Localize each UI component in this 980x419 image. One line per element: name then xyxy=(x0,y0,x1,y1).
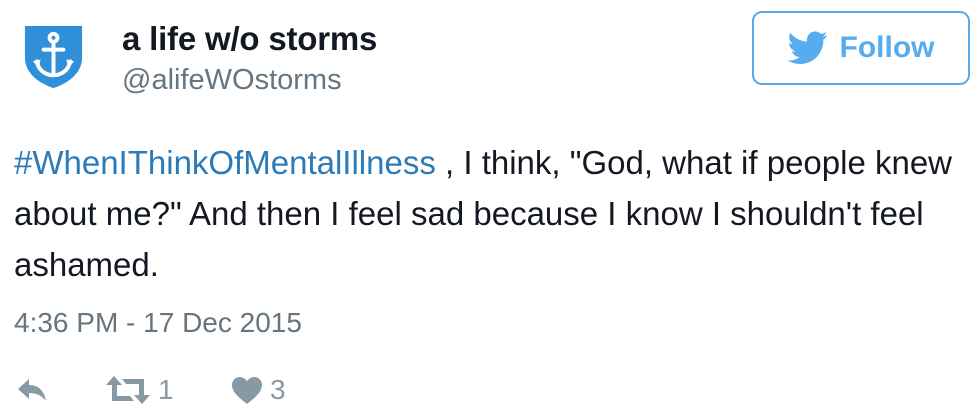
like-count: 3 xyxy=(270,374,286,405)
twitter-bird-icon xyxy=(787,31,827,64)
tweet-timestamp[interactable]: 4:36 PM - 17 Dec 2015 xyxy=(14,307,302,339)
user-handle[interactable]: @alifeWOstorms xyxy=(122,64,342,97)
retweet-icon xyxy=(106,376,150,404)
retweet-count: 1 xyxy=(158,374,174,405)
like-button[interactable]: 3 xyxy=(232,374,286,406)
retweet-button[interactable]: 1 xyxy=(106,374,232,406)
reply-icon xyxy=(18,379,46,401)
heart-icon xyxy=(232,376,262,404)
anchor-shield-icon[interactable] xyxy=(19,22,88,91)
display-name[interactable]: a life w/o storms xyxy=(122,20,377,58)
follow-button[interactable]: Follow xyxy=(752,11,970,85)
follow-label: Follow xyxy=(839,31,935,64)
tweet-text: #WhenIThinkOfMentalIllness , I think, "G… xyxy=(14,137,954,290)
tweet-actions: 1 3 xyxy=(16,371,286,409)
hashtag-link[interactable]: #WhenIThinkOfMentalIllness xyxy=(14,144,436,181)
reply-button[interactable] xyxy=(16,377,106,403)
tweet-card: a life w/o storms @alifeWOstorms Follow … xyxy=(0,0,980,419)
